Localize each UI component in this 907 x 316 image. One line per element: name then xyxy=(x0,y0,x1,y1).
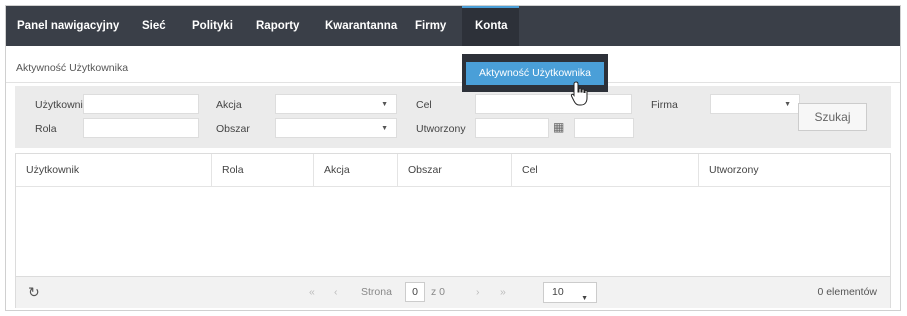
user-filter-label: Użytkownik xyxy=(35,99,89,111)
pagination-bar: ↻ « ‹ Strona 0 z 0 › » 10 ▼ 0 elementów xyxy=(16,276,890,308)
filter-panel: Użytkownik Rola Akcja ▼ Obszar ▼ Cel Utw… xyxy=(15,86,891,148)
column-header-user[interactable]: Użytkownik xyxy=(16,154,212,186)
item-count: 0 elementów xyxy=(817,286,877,298)
action-filter-label: Akcja xyxy=(216,99,242,111)
column-header-action[interactable]: Akcja xyxy=(314,154,398,186)
breadcrumb: Aktywność Użytkownika xyxy=(16,62,129,74)
nav-network[interactable]: Sieć xyxy=(142,6,166,46)
user-filter-input[interactable] xyxy=(83,94,199,114)
created-from-input[interactable] xyxy=(475,118,549,138)
prev-page-button[interactable]: ‹ xyxy=(334,286,338,298)
nav-dashboard[interactable]: Panel nawigacyjny xyxy=(17,6,119,46)
column-header-created[interactable]: Utworzony xyxy=(699,154,890,186)
page-number-input[interactable]: 0 xyxy=(405,282,425,302)
action-filter-select[interactable]: ▼ xyxy=(275,94,397,114)
company-filter-select[interactable]: ▼ xyxy=(710,94,800,114)
target-filter-input[interactable] xyxy=(475,94,632,114)
breadcrumb-divider xyxy=(6,82,900,83)
page-size-value: 10 xyxy=(552,286,564,298)
role-filter-input[interactable] xyxy=(83,118,199,138)
first-page-button[interactable]: « xyxy=(309,286,315,298)
created-filter-label: Utworzony xyxy=(416,123,466,135)
activity-table: Użytkownik Rola Akcja Obszar Cel Utworzo… xyxy=(15,153,891,308)
calendar-icon[interactable]: ▦ xyxy=(553,120,564,134)
next-page-button[interactable]: › xyxy=(476,286,480,298)
hand-cursor-icon xyxy=(570,81,588,106)
top-navigation: Panel nawigacyjny Sieć Polityki Raporty … xyxy=(6,6,900,46)
chevron-down-icon: ▼ xyxy=(784,101,791,108)
nav-accounts[interactable]: Konta xyxy=(462,6,519,46)
area-filter-label: Obszar xyxy=(216,123,250,135)
search-button[interactable]: Szukaj xyxy=(798,103,867,131)
chevron-down-icon: ▼ xyxy=(381,125,388,132)
column-header-area[interactable]: Obszar xyxy=(398,154,512,186)
chevron-down-icon: ▼ xyxy=(581,295,588,302)
nav-reports[interactable]: Raporty xyxy=(256,6,299,46)
column-header-target[interactable]: Cel xyxy=(512,154,699,186)
table-header: Użytkownik Rola Akcja Obszar Cel Utworzo… xyxy=(16,154,890,187)
role-filter-label: Rola xyxy=(35,123,57,135)
nav-policies[interactable]: Polityki xyxy=(192,6,233,46)
page-size-select[interactable]: 10 ▼ xyxy=(543,282,597,303)
chevron-down-icon: ▼ xyxy=(381,101,388,108)
target-filter-label: Cel xyxy=(416,99,432,111)
column-header-role[interactable]: Rola xyxy=(212,154,314,186)
area-filter-select[interactable]: ▼ xyxy=(275,118,397,138)
refresh-icon[interactable]: ↻ xyxy=(28,284,40,301)
company-filter-label: Firma xyxy=(651,99,678,111)
created-to-input[interactable] xyxy=(574,118,634,138)
page-label: Strona xyxy=(361,286,392,298)
app-frame: Panel nawigacyjny Sieć Polityki Raporty … xyxy=(5,5,901,311)
last-page-button[interactable]: » xyxy=(500,286,506,298)
page-total-label: z 0 xyxy=(431,286,446,298)
nav-companies[interactable]: Firmy xyxy=(415,6,446,46)
nav-quarantine[interactable]: Kwarantanna xyxy=(325,6,397,46)
